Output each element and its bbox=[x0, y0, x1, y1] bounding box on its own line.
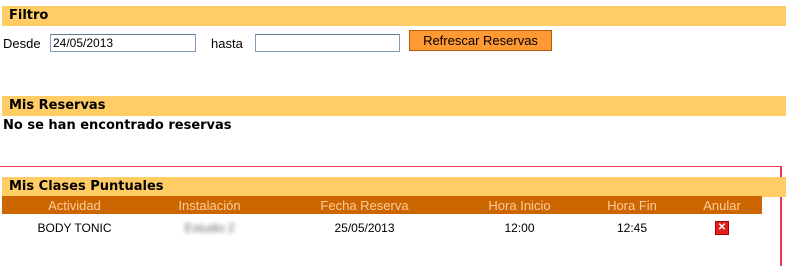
desde-date-input[interactable] bbox=[50, 34, 196, 52]
header-hora-fin: Hora Fin bbox=[607, 197, 657, 213]
delete-icon[interactable]: ✕ bbox=[715, 221, 729, 236]
mis-clases-section-header: Mis Clases Puntuales bbox=[2, 177, 786, 197]
cell-fecha: 25/05/2013 bbox=[334, 221, 395, 235]
header-fecha-reserva: Fecha Reserva bbox=[320, 197, 409, 213]
table-row: BODY TONIC Estudio 2 25/05/2013 12:00 12… bbox=[2, 214, 762, 242]
filtro-section-header: Filtro bbox=[2, 6, 786, 26]
cell-anular: ✕ bbox=[682, 214, 762, 242]
clases-table-header-row: Actividad Instalación Fecha Reserva Hora… bbox=[2, 196, 762, 214]
mis-reservas-title: Mis Reservas bbox=[9, 98, 106, 113]
header-instalacion: Instalación bbox=[178, 197, 241, 213]
cell-hora-fin: 12:45 bbox=[616, 221, 648, 235]
header-hora-inicio: Hora Inicio bbox=[488, 197, 551, 213]
clases-table: Actividad Instalación Fecha Reserva Hora… bbox=[2, 196, 762, 242]
cell-actividad: BODY TONIC bbox=[37, 221, 112, 235]
header-actividad: Actividad bbox=[48, 197, 101, 213]
cell-instalacion: Estudio 2 bbox=[184, 221, 235, 235]
no-reservas-message: No se han encontrado reservas bbox=[3, 118, 232, 133]
header-anular: Anular bbox=[703, 197, 741, 213]
desde-label: Desde bbox=[3, 36, 41, 51]
filtro-title: Filtro bbox=[9, 8, 49, 23]
hasta-label: hasta bbox=[211, 36, 243, 51]
refrescar-reservas-button[interactable]: Refrescar Reservas bbox=[409, 30, 552, 51]
mis-clases-title: Mis Clases Puntuales bbox=[9, 179, 164, 194]
cell-hora-inicio: 12:00 bbox=[504, 221, 535, 235]
hasta-date-input[interactable] bbox=[255, 34, 400, 52]
mis-reservas-section-header: Mis Reservas bbox=[2, 96, 786, 116]
